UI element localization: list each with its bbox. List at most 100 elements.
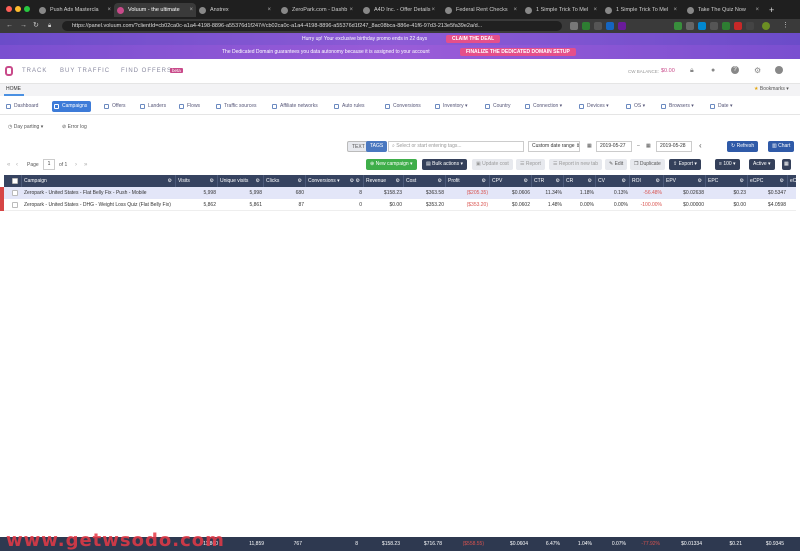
tab-flows[interactable]: Flows [177,101,204,112]
tab-affiliate-networks[interactable]: Affiliate networks [270,101,322,112]
col-epc[interactable]: EPC ⚙ [706,175,748,187]
close-tab-icon[interactable]: × [189,3,193,17]
browser-tab[interactable]: 1 Simple Trick To Mel × [602,3,680,17]
refresh-button[interactable]: ↻ Refresh [727,141,759,152]
extension-icon[interactable] [734,22,742,30]
col-settings-icon[interactable]: ⚙ [698,175,702,187]
extension-icon[interactable] [746,22,754,30]
new-tab-icon[interactable]: + [766,3,780,17]
update-cost-button[interactable]: ▣ Update cost [472,159,513,170]
browser-tab[interactable]: ZeroPark.com - Dashb × [278,3,356,17]
extension-icon[interactable] [582,22,590,30]
close-tab-icon[interactable]: × [593,3,597,17]
export-button[interactable]: ⇪ Export ▾ [669,159,701,170]
new-campaign-button[interactable]: ⊕ New campaign ▾ [366,159,417,170]
tab-os[interactable]: OS ▾ [624,101,649,112]
day-parting-button[interactable]: ◷ Day parting ▾ [8,124,43,130]
nav-find-offers[interactable]: FIND OFFERS [121,68,172,74]
tab-date[interactable]: Date ▾ [708,101,736,112]
browser-tab[interactable]: 1 Simple Trick To Mel × [522,3,600,17]
calendar-icon[interactable]: ▦ [646,143,651,149]
extension-icon[interactable] [606,22,614,30]
browser-tab[interactable]: Anstrex × [196,3,274,17]
col-roi[interactable]: ROI ⚙ [630,175,664,187]
menu-dots-icon[interactable]: ⋮ [782,21,789,31]
avatar[interactable] [762,22,770,30]
close-tab-icon[interactable]: × [431,3,435,17]
edit-button[interactable]: ✎ Edit [605,159,628,170]
first-page-icon[interactable]: « [7,162,10,168]
lock-icon[interactable]: 🔒︎ [690,67,694,75]
date-to-field[interactable]: 2019-05-28 [656,141,692,152]
forward-icon[interactable]: → [20,21,27,31]
col-settings-icon[interactable]: ⚙ [210,175,214,187]
tab-landers[interactable]: Landers [138,101,170,112]
extension-icon[interactable] [570,22,578,30]
browser-tab[interactable]: A4D Inc. - Offer Details × [360,3,438,17]
report-new-tab-button[interactable]: ☰ Report in new tab [549,159,603,170]
col-settings-icon[interactable]: ⚙ ⚙ [350,175,360,187]
close-tab-icon[interactable]: × [349,3,353,17]
nav-track[interactable]: TRACK [22,68,47,74]
url-field[interactable]: https://panel.voluum.com/?clientId=cb02c… [62,21,562,31]
extension-icon[interactable] [686,22,694,30]
col-settings-icon[interactable]: ⚙ [588,175,592,187]
nav-buy-traffic[interactable]: BUY TRAFFIC [60,68,110,74]
error-log-button[interactable]: ⊘ Error log [62,124,87,130]
home-breadcrumb[interactable]: HOME [6,86,21,92]
tab-dashboard[interactable]: Dashboard [4,101,42,112]
tab-campaigns[interactable]: Campaigns [52,101,92,112]
row-checkbox[interactable] [12,190,18,196]
columns-icon[interactable]: ▦ [782,159,791,170]
tab-traffic-sources[interactable]: Traffic sources [214,101,261,112]
tab-inventory[interactable]: Inventory ▾ [433,101,471,112]
reload-icon[interactable]: ↻ [33,21,39,31]
status-filter-select[interactable]: Active ▾ [749,159,775,170]
claim-deal-button[interactable]: CLAIM THE DEAL [446,35,501,43]
col-settings-icon[interactable]: ⚙ [438,175,442,187]
tab-conversions[interactable]: Conversions [383,101,425,112]
col-cv[interactable]: CV ⚙ [596,175,630,187]
bulk-actions-button[interactable]: ▤ Bulk actions ▾ [422,159,467,170]
tab-offers[interactable]: Offers [102,101,130,112]
browser-tab-active[interactable]: Voluum - the ultimate × [114,3,196,17]
close-tab-icon[interactable]: × [513,3,517,17]
minimize-window-icon[interactable] [15,6,21,12]
col-settings-icon[interactable]: ⚙ [524,175,528,187]
voluum-logo-icon[interactable] [5,66,13,76]
page-number-input[interactable]: 1 [43,159,55,170]
col-settings-icon[interactable]: ⚙ [168,175,172,187]
browser-tab[interactable]: Push Ads Mastercla × [36,3,114,17]
col-settings-icon[interactable]: ⚙ [298,175,302,187]
user-icon[interactable] [775,66,783,74]
col-epv[interactable]: EPV ⚙ [664,175,706,187]
next-page-icon[interactable]: › [75,162,77,168]
col-settings-icon[interactable]: ⚙ [482,175,486,187]
bulb-icon[interactable]: ● [711,67,715,74]
close-tab-icon[interactable]: × [673,3,677,17]
col-settings-icon[interactable]: ⚙ [256,175,260,187]
close-window-icon[interactable] [6,6,12,12]
col-settings-icon[interactable]: ⚙ [780,175,784,187]
col-campaign[interactable]: Campaign ⚙ [22,175,176,187]
tags-filter-toggle[interactable]: TAGS [366,141,388,152]
gear-icon[interactable]: ⚙ [754,66,761,75]
table-row[interactable]: Zeropark - United States - DHG - Weight … [0,199,796,211]
col-profit[interactable]: Profit ⚙ [446,175,490,187]
col-settings-icon[interactable]: ⚙ [656,175,660,187]
extension-icon[interactable] [594,22,602,30]
date-range-select[interactable]: Custom date range ⇕ [528,141,580,152]
report-button[interactable]: ☰ Report [516,159,545,170]
last-page-icon[interactable]: » [84,162,87,168]
browser-tab[interactable]: Take The Quiz Now × [684,3,762,17]
col-settings-icon[interactable]: ⚙ [740,175,744,187]
duplicate-button[interactable]: ❐ Duplicate [630,159,665,170]
date-from-field[interactable]: 2019-05-27 [596,141,632,152]
finalize-domain-button[interactable]: FINALIZE THE DEDICATED DOMAIN SETUP [460,48,576,56]
col-settings-icon[interactable]: ⚙ [622,175,626,187]
browser-tab[interactable]: Federal Rent Checks × [442,3,520,17]
col-unique-visits[interactable]: Unique visits ⚙ [218,175,264,187]
chevron-left-icon[interactable]: ‹ [699,141,702,150]
tab-country[interactable]: Country [483,101,515,112]
col-cpv[interactable]: CPV ⚙ [490,175,532,187]
